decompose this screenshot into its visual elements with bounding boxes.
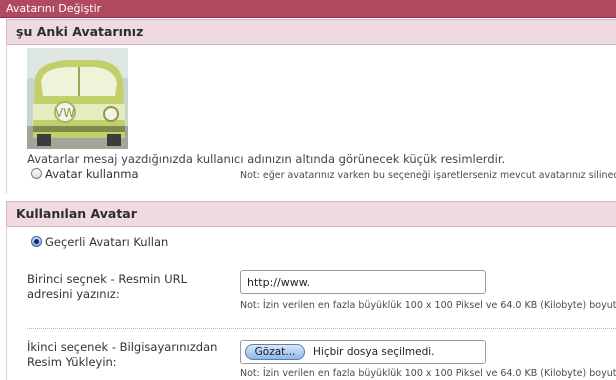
current-avatar-header: şu Anki Avatarınız bbox=[6, 19, 616, 45]
current-avatar-radio[interactable] bbox=[31, 236, 42, 247]
no-avatar-radio[interactable] bbox=[31, 168, 42, 179]
current-avatar-heading: şu Anki Avatarınız bbox=[16, 24, 144, 39]
url-option-label: Birinci seçnek - Resmin URL adresini yaz… bbox=[27, 272, 188, 301]
used-avatar-heading: Kullanılan Avatar bbox=[16, 206, 137, 221]
current-avatar-option-label[interactable]: Geçerli Avatarı Kullan bbox=[45, 235, 168, 249]
vw-bus-picture: VW bbox=[27, 48, 128, 149]
avatar-description: Avatarlar mesaj yazdığınızda kullanıcı a… bbox=[27, 152, 506, 166]
window-title: Avatarını Değiştir bbox=[6, 2, 102, 15]
no-avatar-label[interactable]: Avatar kullanma bbox=[45, 167, 139, 181]
upload-option-note: Not: İzin verilen en fazla büyüklük 100 … bbox=[240, 368, 616, 379]
title-bar: Avatarını Değiştir bbox=[0, 0, 616, 18]
used-avatar-header: Kullanılan Avatar bbox=[6, 201, 616, 227]
browse-button[interactable]: Gözat... bbox=[245, 344, 305, 360]
avatar-url-input[interactable] bbox=[240, 270, 486, 294]
svg-text:VW: VW bbox=[55, 106, 75, 120]
url-option-note: Not: İzin verilen en fazla büyüklük 100 … bbox=[240, 300, 616, 311]
avatar-image: VW bbox=[27, 48, 128, 149]
upload-option-label: İkinci seçenek - Bilgisayarınızdan Resim… bbox=[27, 340, 218, 369]
file-upload-field[interactable]: Gözat... Hiçbir dosya seçilmedi. bbox=[240, 340, 486, 364]
option-divider bbox=[27, 328, 616, 329]
no-avatar-note: Not: eğer avatarınız varken bu seçeneği … bbox=[240, 170, 616, 181]
file-status-text: Hiçbir dosya seçilmedi. bbox=[313, 346, 435, 358]
